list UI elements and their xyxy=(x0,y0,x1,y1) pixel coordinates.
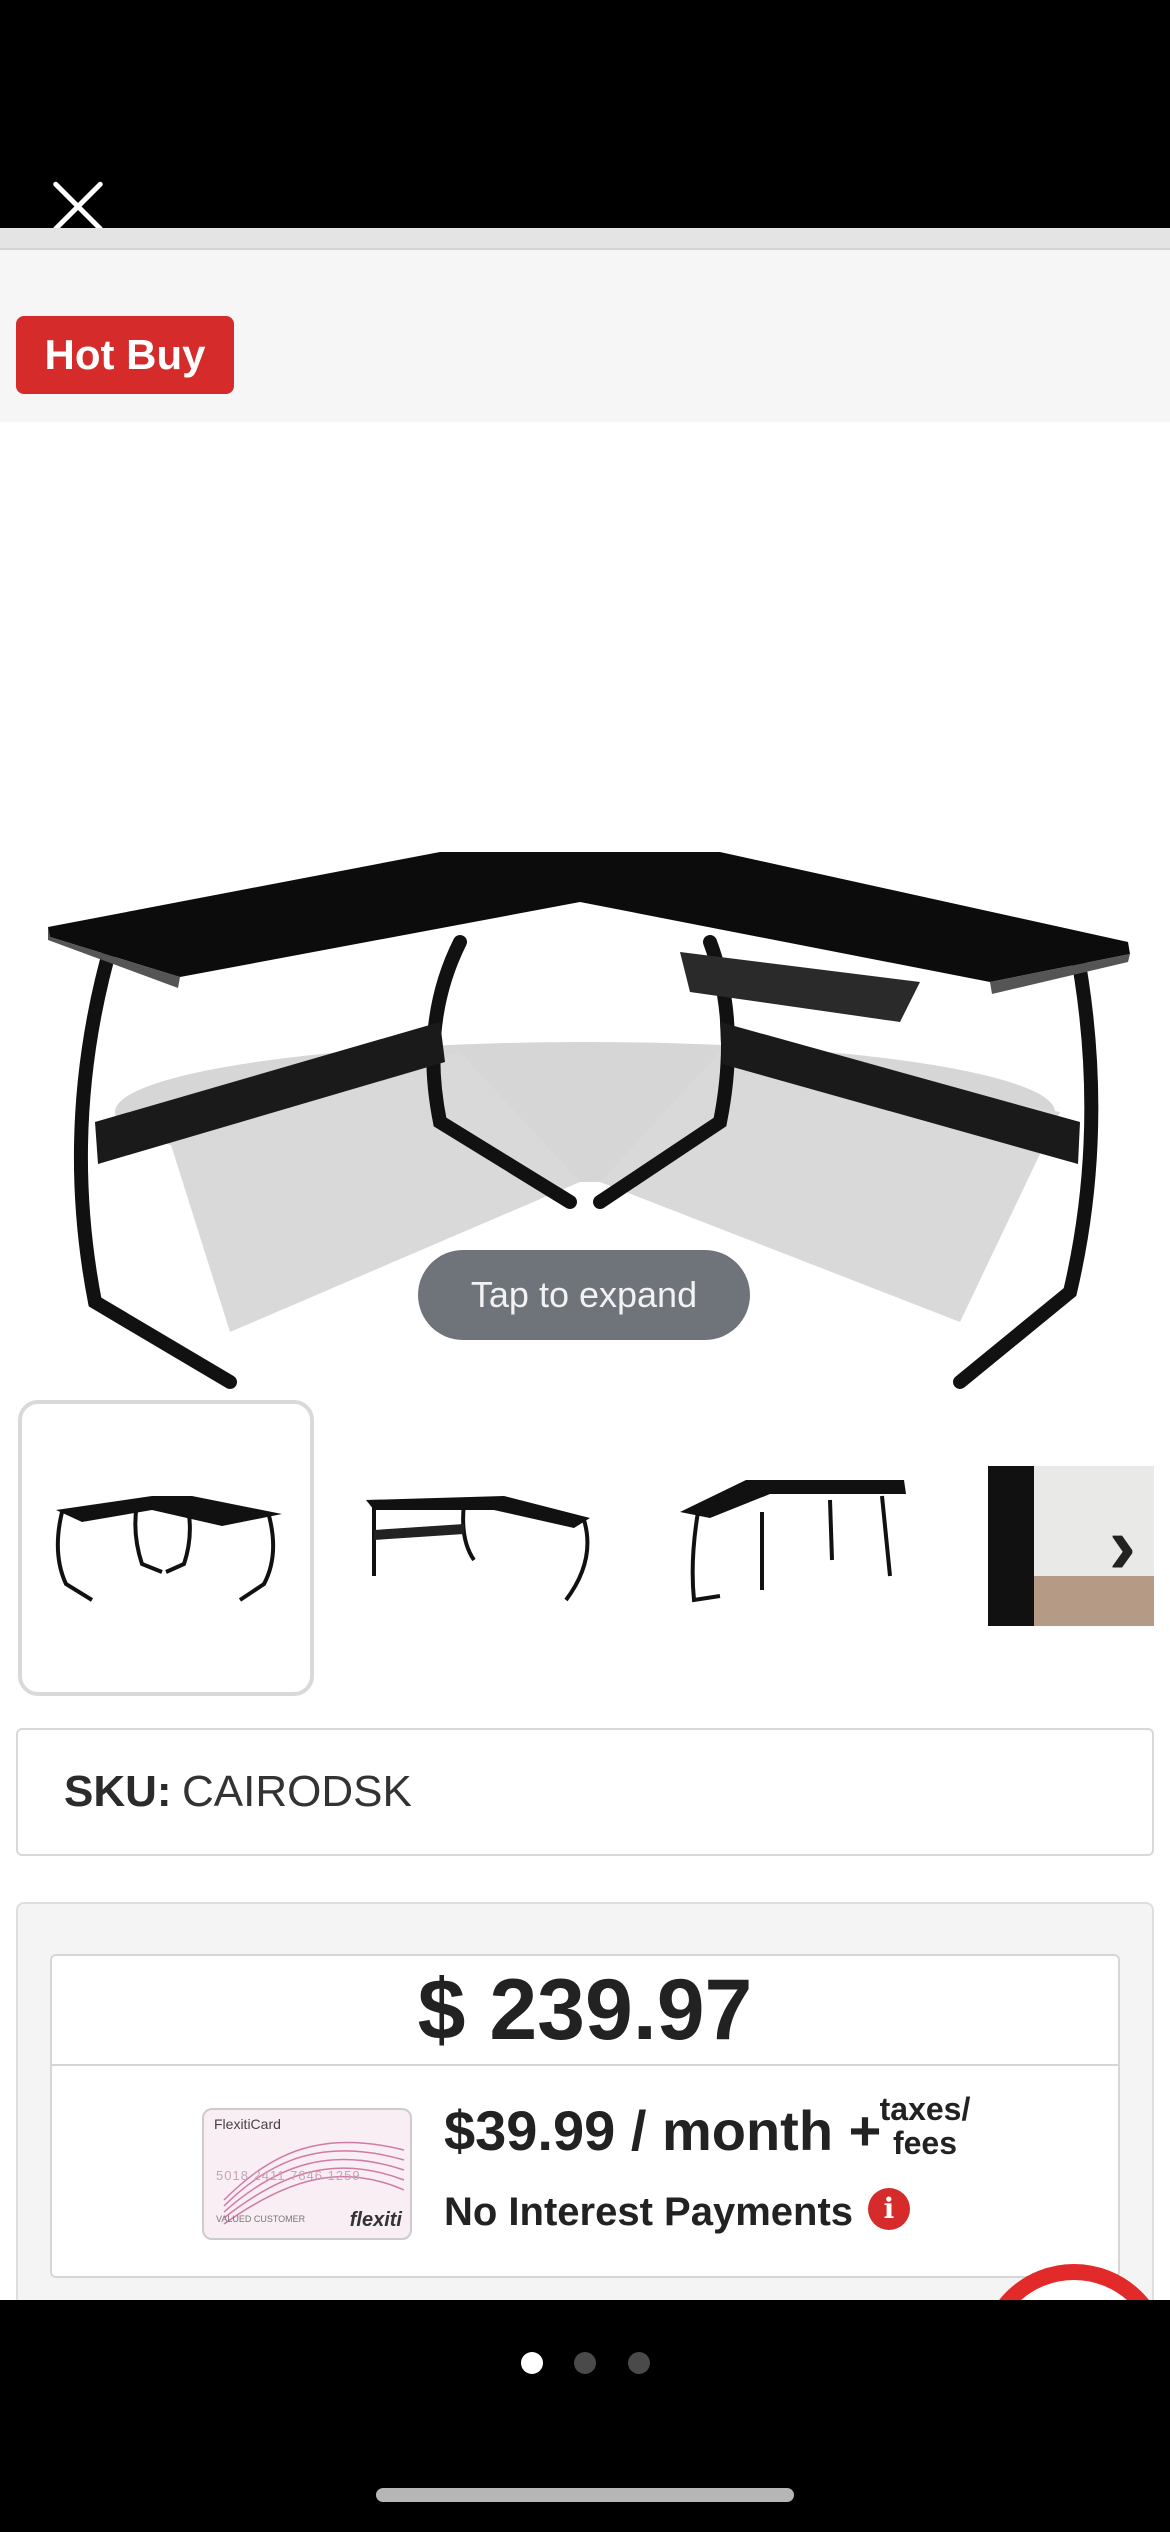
info-icon[interactable]: i xyxy=(868,2188,910,2230)
monthly-payment: $39.99 / month + xyxy=(444,2099,882,2162)
card-number: 5018 2411 7846 1259 xyxy=(216,2168,361,2183)
product-sheet: Hot Buy Tap to expand › SKU: CAIRODSK $ … xyxy=(0,228,1170,2300)
page-dot-3[interactable] xyxy=(628,2352,650,2374)
thumbnail-1[interactable] xyxy=(18,1400,314,1696)
fees-line-2: fees xyxy=(892,2125,958,2161)
product-price: $ 239.97 xyxy=(52,1956,1118,2066)
tap-to-expand-button[interactable]: Tap to expand xyxy=(418,1250,750,1340)
sku-label: SKU: xyxy=(64,1767,172,1816)
home-indicator[interactable] xyxy=(376,2488,794,2502)
card-holder: VALUED CUSTOMER xyxy=(216,2214,306,2224)
card-title: FlexitiCard xyxy=(214,2116,281,2132)
price-panel: $ 239.97 FlexitiCard 5018 2411 7846 1259… xyxy=(16,1902,1154,2300)
flexiti-card-image: FlexitiCard 5018 2411 7846 1259 VALUED C… xyxy=(202,2108,412,2240)
sku-box: SKU: CAIRODSK xyxy=(16,1728,1154,1856)
thumbnail-2-image xyxy=(366,1496,590,1602)
taxes-fees-note: taxes/ fees xyxy=(870,2092,980,2160)
page-dot-1[interactable] xyxy=(521,2352,543,2374)
thumbnail-2[interactable] xyxy=(334,1400,624,1690)
sheet-top-edge xyxy=(0,228,1170,250)
hot-buy-badge: Hot Buy xyxy=(16,316,234,394)
thumbnail-1-image xyxy=(55,1496,282,1602)
thumbnail-4[interactable]: › xyxy=(988,1466,1154,1626)
thumbnail-3-image xyxy=(680,1480,906,1603)
close-icon[interactable] xyxy=(48,176,108,236)
flexiti-logo: flexiti xyxy=(349,2209,402,2231)
price-card: $ 239.97 FlexitiCard 5018 2411 7846 1259… xyxy=(50,1954,1120,2278)
thumbnail-4-image-dark xyxy=(988,1466,1034,1626)
page-dot-2[interactable] xyxy=(574,2352,596,2374)
thumbnail-4-image-floor xyxy=(1034,1576,1154,1626)
thumbnail-3[interactable] xyxy=(650,1400,940,1690)
fees-line-1: taxes/ xyxy=(879,2091,971,2127)
no-interest-label: No Interest Payments xyxy=(444,2190,854,2234)
sku-value: CAIRODSK xyxy=(182,1767,412,1816)
chevron-right-icon[interactable]: › xyxy=(1109,1505,1136,1587)
